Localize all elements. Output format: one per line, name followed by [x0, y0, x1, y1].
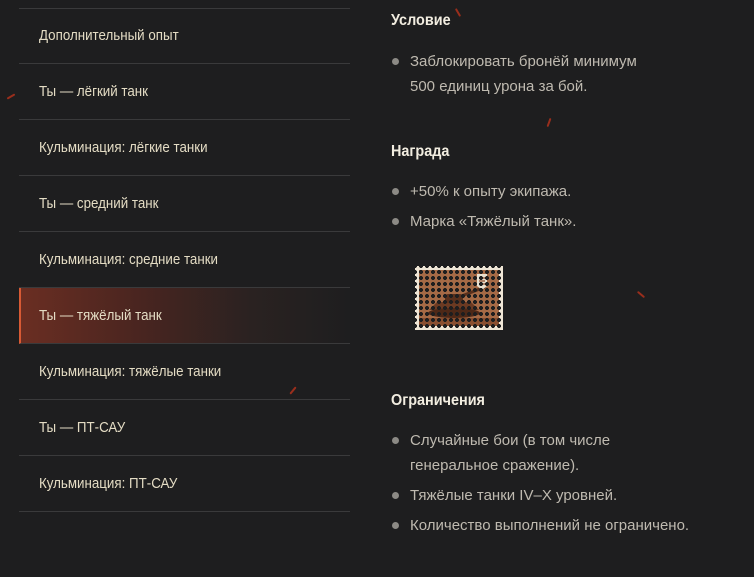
reward-list: +50% к опыту экипажа. Марка «Тяжёлый тан… — [391, 179, 576, 234]
list-item: Тяжёлые танки IV–X уровней. — [391, 483, 689, 508]
bullet-icon — [392, 522, 399, 529]
sidebar-item-label: Ты — средний танк — [39, 195, 159, 212]
sidebar-item-td[interactable]: Ты — ПТ-САУ — [19, 400, 350, 456]
list-item: Количество выполнений не ограничено. — [391, 513, 689, 538]
sidebar-item-label: Кульминация: тяжёлые танки — [39, 363, 222, 380]
reward-title: Награда — [391, 143, 450, 160]
tank-icon — [419, 270, 499, 326]
sidebar-item-label: Кульминация: средние танки — [39, 251, 218, 268]
sidebar-item-climax-medium[interactable]: Кульминация: средние танки — [19, 232, 350, 288]
mission-sidebar: Дополнительный опыт Ты — лёгкий танк Кул… — [19, 8, 350, 512]
heavy-tank-stamp-image — [415, 266, 503, 330]
sidebar-item-medium-tank[interactable]: Ты — средний танк — [19, 176, 350, 232]
condition-title: Условие — [391, 12, 451, 29]
sidebar-item-label: Ты — тяжёлый танк — [39, 307, 162, 324]
list-item: +50% к опыту экипажа. — [391, 179, 576, 204]
list-item-continuation: 500 единиц урона за бой. — [410, 78, 588, 95]
bullet-icon — [392, 218, 399, 225]
list-item: Заблокировать бронёй минимум — [391, 49, 637, 74]
sidebar-item-additional-exp[interactable]: Дополнительный опыт — [19, 8, 350, 64]
condition-list: Заблокировать бронёй минимум 500 единиц … — [391, 49, 637, 99]
sidebar-item-climax-light[interactable]: Кульминация: лёгкие танки — [19, 120, 350, 176]
sidebar-item-climax-td[interactable]: Кульминация: ПТ-САУ — [19, 456, 350, 512]
sidebar-item-label: Ты — ПТ-САУ — [39, 419, 126, 436]
list-item: Случайные бои (в том числе — [391, 428, 689, 453]
sidebar-item-climax-heavy[interactable]: Кульминация: тяжёлые танки — [19, 344, 350, 400]
bullet-icon — [392, 437, 399, 444]
bullet-icon — [392, 188, 399, 195]
restrictions-list: Случайные бои (в том числе генеральное с… — [391, 428, 689, 538]
bullet-icon — [392, 492, 399, 499]
sidebar-item-label: Ты — лёгкий танк — [39, 83, 149, 100]
sidebar-item-label: Кульминация: ПТ-САУ — [39, 475, 178, 492]
sidebar-item-heavy-tank[interactable]: Ты — тяжёлый танк — [19, 288, 350, 344]
list-item-continuation: генеральное сражение). — [410, 457, 580, 474]
restrictions-title: Ограничения — [391, 392, 485, 409]
list-item: Марка «Тяжёлый танк». — [391, 209, 576, 234]
sidebar-item-light-tank[interactable]: Ты — лёгкий танк — [19, 64, 350, 120]
sidebar-item-label: Кульминация: лёгкие танки — [39, 139, 208, 156]
bullet-icon — [392, 58, 399, 65]
sidebar-item-label: Дополнительный опыт — [39, 28, 179, 44]
